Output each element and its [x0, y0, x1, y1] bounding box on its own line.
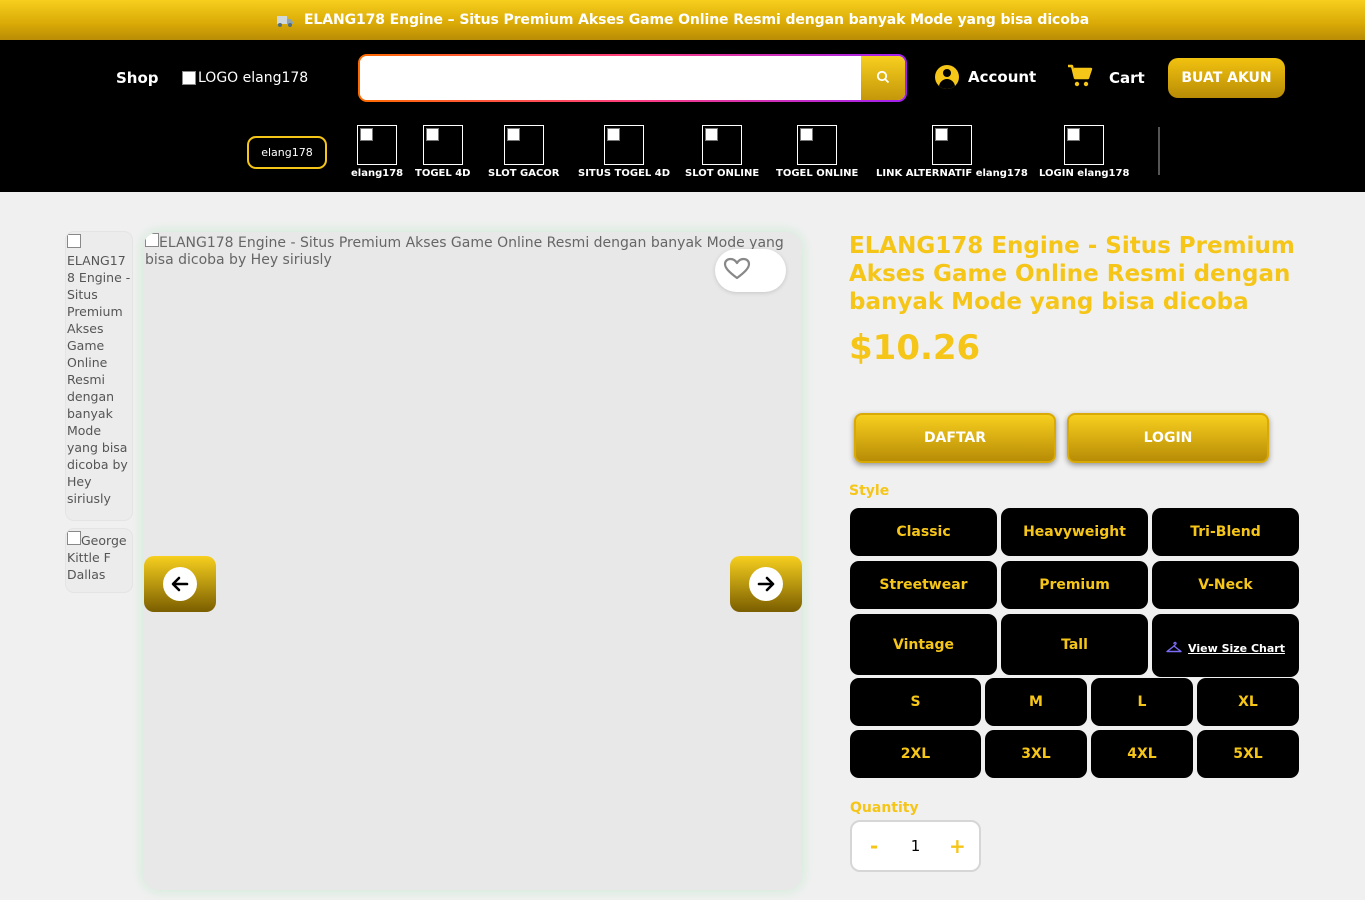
size-option[interactable]: 3XL — [985, 730, 1087, 778]
size-chart-link[interactable]: View Size Chart — [1166, 640, 1285, 657]
heart-icon — [723, 257, 751, 285]
style-option[interactable]: Classic — [850, 508, 997, 556]
nav-item-togel-online[interactable]: TOGEL ONLINE — [776, 125, 858, 179]
size-option[interactable]: 5XL — [1197, 730, 1299, 778]
announcement-text: ELANG178 Engine – Situs Premium Akses Ga… — [303, 12, 1090, 28]
nav-chip[interactable]: elang178 — [247, 136, 327, 169]
nav-divider — [1158, 127, 1160, 175]
broken-image-icon — [67, 531, 81, 545]
site-logo[interactable]: LOGO elang178 — [182, 70, 308, 86]
hanger-icon — [1166, 640, 1182, 657]
gallery-thumbnail[interactable]: George Kittle F Dallas — [66, 529, 132, 592]
nav-item-label: SLOT GACOR — [488, 168, 560, 179]
logo-alt-text: LOGO elang178 — [198, 70, 309, 86]
broken-image-icon — [702, 125, 743, 165]
size-option[interactable]: XL — [1197, 678, 1299, 726]
style-option[interactable]: Vintage — [850, 614, 997, 675]
cart-link[interactable]: Cart — [1067, 64, 1145, 92]
user-icon — [935, 65, 959, 89]
nav-item-slot-gacor[interactable]: SLOT GACOR — [488, 125, 560, 179]
size-chart-label: View Size Chart — [1188, 642, 1285, 655]
shop-link[interactable]: Shop — [116, 69, 159, 87]
search-button[interactable] — [861, 56, 905, 100]
search-input[interactable] — [360, 56, 861, 100]
broken-image-icon — [67, 234, 81, 248]
quantity-stepper: - 1 + — [850, 820, 981, 872]
login-button[interactable]: LOGIN — [1067, 413, 1269, 463]
cart-label: Cart — [1109, 69, 1145, 87]
nav-item-label: SITUS TOGEL 4D — [578, 168, 671, 179]
next-image-button[interactable] — [730, 556, 802, 612]
nav-item-situs-togel-4d[interactable]: SITUS TOGEL 4D — [578, 125, 670, 179]
previous-image-button[interactable] — [144, 556, 216, 612]
size-option[interactable]: 2XL — [850, 730, 981, 778]
style-option[interactable]: Streetwear — [850, 561, 997, 609]
account-label: Account — [968, 68, 1037, 86]
nav-item-label: LINK ALTERNATIF elang178 — [876, 168, 1028, 179]
quantity-decrease-button[interactable]: - — [866, 834, 882, 858]
nav-item-link-alternatif[interactable]: LINK ALTERNATIF elang178 — [876, 125, 1028, 179]
broken-image-icon — [503, 125, 544, 165]
truck-icon — [276, 13, 294, 27]
size-option[interactable]: 4XL — [1091, 730, 1193, 778]
quantity-value[interactable]: 1 — [911, 837, 921, 855]
product-main-image: ELANG178 Engine - Situs Premium Akses Ga… — [143, 232, 802, 890]
size-option[interactable]: L — [1091, 678, 1193, 726]
style-option[interactable]: Premium — [1001, 561, 1148, 609]
thumbnail-alt-text: ELANG178 Engine - Situs Premium Akses Ga… — [67, 253, 131, 506]
broken-image-icon — [931, 125, 972, 165]
cart-icon — [1067, 64, 1093, 92]
product-price: $10.26 — [849, 328, 981, 368]
broken-image-icon — [182, 71, 196, 85]
style-option[interactable]: Tall — [1001, 614, 1148, 675]
product-title: ELANG178 Engine - Situs Premium Akses Ga… — [849, 233, 1295, 315]
daftar-button[interactable]: DAFTAR — [854, 413, 1056, 463]
wishlist-button[interactable] — [715, 249, 786, 292]
nav-item-slot-online[interactable]: SLOT ONLINE — [685, 125, 759, 179]
main-image-alt-text: ELANG178 Engine - Situs Premium Akses Ga… — [145, 235, 784, 268]
nav-item-label: elang178 — [351, 168, 404, 179]
style-option[interactable]: V-Neck — [1152, 561, 1299, 609]
nav-item-label: TOGEL ONLINE — [776, 168, 859, 179]
site-header: Shop LOGO elang178 Account Cart BUAT AKU… — [0, 40, 1365, 192]
nav-item-togel-4d[interactable]: TOGEL 4D — [415, 125, 470, 179]
style-option[interactable]: Tri-Blend — [1152, 508, 1299, 556]
account-link[interactable]: Account — [935, 65, 1036, 89]
style-option[interactable]: Heavyweight — [1001, 508, 1148, 556]
quantity-increase-button[interactable]: + — [949, 834, 966, 858]
broken-image-icon — [797, 125, 838, 165]
nav-item-elang178[interactable]: elang178 — [351, 125, 403, 179]
broken-image-icon — [357, 125, 398, 165]
search-icon — [876, 70, 890, 87]
size-chart-box: View Size Chart — [1152, 614, 1299, 677]
announcement-bar: ELANG178 Engine – Situs Premium Akses Ga… — [0, 0, 1365, 40]
nav-item-login[interactable]: LOGIN elang178 — [1039, 125, 1129, 179]
size-option[interactable]: S — [850, 678, 981, 726]
nav-item-label: SLOT ONLINE — [685, 168, 760, 179]
broken-image-icon — [1064, 125, 1105, 165]
nav-item-label: LOGIN elang178 — [1039, 168, 1130, 179]
broken-image-icon — [422, 125, 463, 165]
arrow-left-icon — [163, 567, 197, 601]
signup-button[interactable]: BUAT AKUN — [1168, 58, 1285, 98]
style-label: Style — [849, 483, 890, 499]
quantity-label: Quantity — [850, 800, 919, 816]
size-option[interactable]: M — [985, 678, 1087, 726]
search-bar — [358, 54, 907, 102]
nav-item-label: TOGEL 4D — [415, 168, 471, 179]
arrow-right-icon — [749, 567, 783, 601]
broken-image-icon — [604, 125, 645, 165]
gallery-thumbnail[interactable]: ELANG178 Engine - Situs Premium Akses Ga… — [66, 232, 132, 520]
broken-image-icon — [145, 233, 159, 247]
